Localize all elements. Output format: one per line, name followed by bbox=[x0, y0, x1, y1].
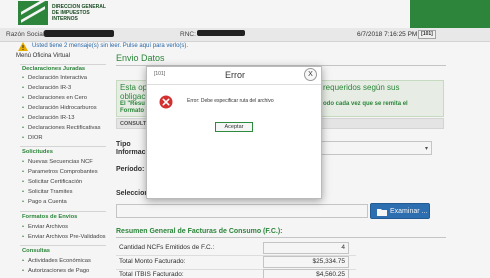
dialog-title: Error bbox=[225, 70, 245, 80]
accept-button[interactable]: Aceptar bbox=[215, 122, 253, 132]
error-message: Error: Debe especificar ruta del archivo bbox=[187, 98, 274, 104]
error-icon bbox=[159, 95, 173, 109]
error-dialog: [101] Error X Error: Debe especificar ru… bbox=[146, 66, 322, 199]
close-icon[interactable]: X bbox=[304, 68, 317, 81]
divider bbox=[147, 84, 321, 85]
